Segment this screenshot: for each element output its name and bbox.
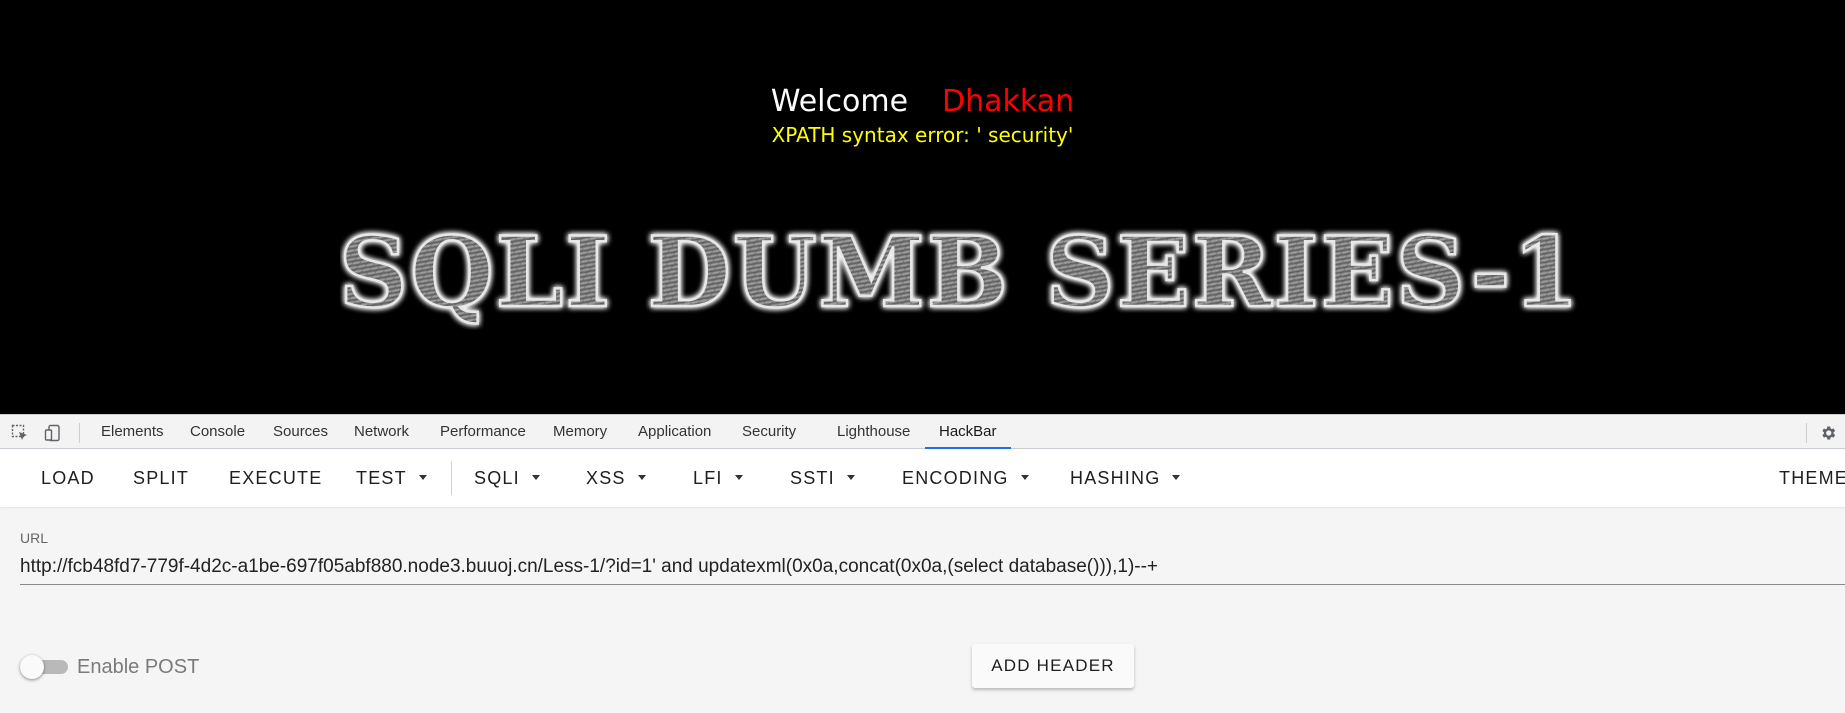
settings-gear-icon[interactable] bbox=[1819, 424, 1837, 442]
lfi-menu-button[interactable]: LFI bbox=[693, 449, 743, 507]
caret-down-icon bbox=[637, 474, 646, 480]
hashing-label: HASHING bbox=[1070, 468, 1161, 488]
welcome-text: Welcome bbox=[770, 84, 909, 119]
tab-elements[interactable]: Elements bbox=[101, 415, 164, 449]
sqli-label: SQLI bbox=[474, 468, 520, 488]
inspect-element-icon[interactable] bbox=[11, 424, 29, 442]
devtools-divider bbox=[79, 423, 80, 443]
banner-text: SQLI DUMB SERIES-1 bbox=[340, 218, 1580, 329]
caret-down-icon bbox=[846, 474, 855, 480]
encoding-label: ENCODING bbox=[902, 468, 1009, 488]
execute-label: EXECUTE bbox=[229, 468, 323, 488]
encoding-menu-button[interactable]: ENCODING bbox=[902, 449, 1029, 507]
url-label: URL bbox=[20, 530, 49, 546]
tab-hackbar[interactable]: HackBar bbox=[925, 415, 1011, 449]
xss-label: XSS bbox=[586, 468, 626, 488]
split-button[interactable]: SPLIT bbox=[133, 449, 189, 507]
caret-down-icon bbox=[1172, 474, 1181, 480]
toggle-knob bbox=[20, 655, 44, 679]
enable-post-label: Enable POST bbox=[77, 656, 200, 678]
load-button[interactable]: LOAD bbox=[41, 449, 95, 507]
toolbar-divider bbox=[451, 461, 452, 495]
caret-down-icon bbox=[418, 474, 427, 480]
test-menu-button[interactable]: TEST bbox=[356, 449, 427, 507]
xpath-error-text: XPATH syntax error: ' security' bbox=[771, 123, 1074, 147]
username-text: Dhakkan bbox=[942, 84, 1075, 119]
devtools-divider bbox=[1806, 423, 1807, 443]
tab-network[interactable]: Network bbox=[354, 415, 409, 449]
lfi-label: LFI bbox=[693, 468, 723, 488]
theme-label: THEME bbox=[1779, 468, 1845, 488]
enable-post-toggle[interactable] bbox=[20, 655, 68, 679]
split-label: SPLIT bbox=[133, 468, 190, 488]
execute-button[interactable]: EXECUTE bbox=[229, 449, 322, 507]
ssti-menu-button[interactable]: SSTI bbox=[790, 449, 855, 507]
ssti-label: SSTI bbox=[790, 468, 835, 488]
tab-application[interactable]: Application bbox=[638, 415, 711, 449]
caret-down-icon bbox=[1020, 474, 1029, 480]
url-input[interactable] bbox=[20, 549, 1845, 585]
hackbar-toolbar: LOAD SPLIT EXECUTE TEST SQLI XSS LFI SST… bbox=[0, 449, 1845, 507]
device-toolbar-icon[interactable] bbox=[44, 424, 62, 442]
xss-menu-button[interactable]: XSS bbox=[586, 449, 646, 507]
page-viewport: Welcome Dhakkan XPATH syntax error: ' sec… bbox=[0, 0, 1845, 414]
load-label: LOAD bbox=[41, 468, 95, 488]
sqli-banner-image: SQLI DUMB SERIES-1 bbox=[340, 218, 1580, 330]
tab-security[interactable]: Security bbox=[742, 415, 796, 449]
theme-menu-button[interactable]: THEME bbox=[1779, 449, 1845, 507]
caret-down-icon bbox=[531, 474, 540, 480]
devtools-tab-bar: Elements Console Sources Network Perform… bbox=[0, 414, 1845, 449]
tab-memory[interactable]: Memory bbox=[553, 415, 607, 449]
tab-lighthouse[interactable]: Lighthouse bbox=[837, 415, 910, 449]
add-header-button[interactable]: ADD HEADER bbox=[972, 644, 1134, 688]
caret-down-icon bbox=[734, 474, 743, 480]
hashing-menu-button[interactable]: HASHING bbox=[1070, 449, 1181, 507]
tab-sources[interactable]: Sources bbox=[273, 415, 328, 449]
test-label: TEST bbox=[356, 468, 407, 488]
tab-performance[interactable]: Performance bbox=[440, 415, 526, 449]
welcome-line: Welcome Dhakkan bbox=[0, 84, 1845, 119]
tab-console[interactable]: Console bbox=[190, 415, 245, 449]
sqli-menu-button[interactable]: SQLI bbox=[474, 449, 540, 507]
